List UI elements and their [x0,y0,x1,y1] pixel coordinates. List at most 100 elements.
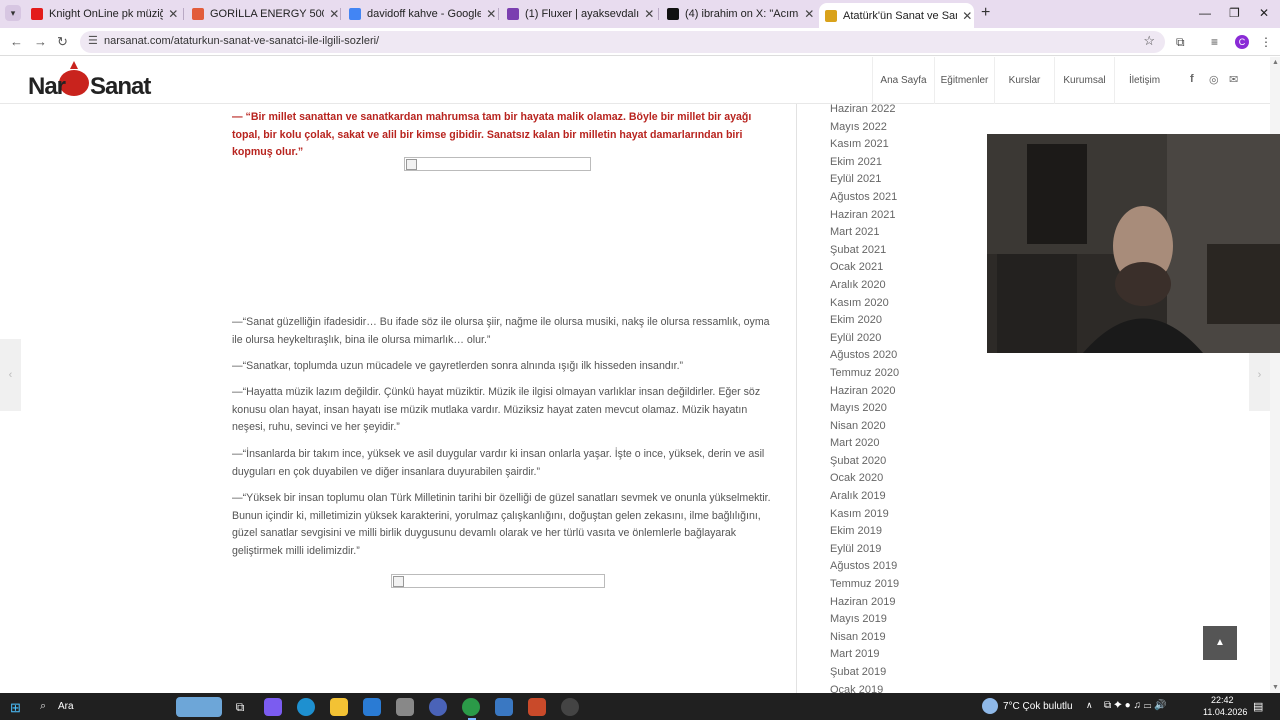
task-view-icon[interactable]: ⧉ [231,698,249,716]
x-icon [667,8,679,20]
game-icon[interactable] [528,698,546,716]
profile-avatar[interactable]: C [1235,35,1249,49]
browser-tab[interactable]: GORİLLA ENERGY 500ml X12 En ✕ [186,3,341,25]
archive-month-link[interactable]: Mart 2021 [830,224,980,242]
archive-month-link[interactable]: Ekim 2019 [830,523,980,541]
bookmark-star-icon[interactable]: ☆ [1143,33,1155,49]
archive-month-link[interactable]: Mayıs 2022 [830,119,980,137]
taskbar-search-label[interactable]: Ara [58,701,74,712]
facebook-icon[interactable]: f [1190,73,1194,85]
weather-cloud-icon[interactable] [982,698,998,714]
notification-icon[interactable]: ▤ [1253,700,1263,713]
archive-month-link[interactable]: Ocak 2021 [830,259,980,277]
menu-kurumsal[interactable]: Kurumsal [1054,57,1114,104]
outlook-icon[interactable] [363,698,381,716]
archive-month-link[interactable]: Ağustos 2019 [830,558,980,576]
store-icon[interactable] [396,698,414,716]
menu-kurslar[interactable]: Kurslar [994,57,1054,104]
scroll-down-icon[interactable]: ▼ [1272,684,1279,691]
tab-search-chevron-icon[interactable]: ▾ [5,5,21,21]
archive-month-link[interactable]: Ocak 2019 [830,682,980,693]
archive-month-link[interactable]: Haziran 2021 [830,207,980,225]
archive-month-link[interactable]: Şubat 2020 [830,453,980,471]
browser-tab[interactable]: (1) Fluxer | ayaksevdalısı, riki ✕ [501,3,656,25]
prev-post-arrow-icon[interactable]: ‹ [0,339,21,411]
instagram-icon[interactable]: ◎ [1209,73,1219,86]
archive-month-link[interactable]: Aralık 2019 [830,488,980,506]
search-icon[interactable]: ⌕ [40,700,46,713]
discord-icon[interactable] [429,698,447,716]
archive-month-link[interactable]: Nisan 2019 [830,629,980,647]
archive-month-link[interactable]: Ağustos 2021 [830,189,980,207]
close-window-icon[interactable]: ✕ [1259,6,1269,20]
app-icon-blue[interactable] [495,698,513,716]
clock-time[interactable]: 22:42 [1211,695,1234,705]
more-menu-icon[interactable]: ⋮ [1260,35,1272,49]
menu-egitmenler[interactable]: Eğitmenler [934,57,994,104]
obs-icon[interactable] [561,698,579,716]
browser-tab[interactable]: Atatürk'ün Sanat ve Sanatçı ile ✕ [819,3,974,28]
archive-month-link[interactable]: Nisan 2020 [830,418,980,436]
archive-month-link[interactable]: Haziran 2022 [830,104,980,119]
archive-month-link[interactable]: Eylül 2019 [830,541,980,559]
copilot-icon[interactable] [264,698,282,716]
archive-month-link[interactable]: Temmuz 2019 [830,576,980,594]
site-info-icon[interactable]: ☰ [88,34,98,47]
archive-month-link[interactable]: Ekim 2020 [830,312,980,330]
archive-month-link[interactable]: Haziran 2019 [830,594,980,612]
quote-paragraph-3: —“Hayatta müzik lazım değildir. Çünkü ha… [232,386,761,434]
tab-close-icon[interactable]: ✕ [803,7,816,21]
address-field[interactable]: ☰ narsanat.com/ataturkun-sanat-ve-sanatc… [80,31,1165,53]
browser-tab-strip: ▾ Knight OnLine pk müziği 2. - Yo✕ GORİLL… [0,0,1280,28]
tab-close-icon[interactable]: ✕ [167,7,180,21]
weather-text[interactable]: 7°C Çok bulutlu [1003,701,1073,712]
clock-date[interactable]: 11.04.2026 [1203,707,1247,717]
browser-tab[interactable]: Knight OnLine pk müziği 2. - Yo ✕ [25,3,180,25]
archive-month-link[interactable]: Ocak 2020 [830,470,980,488]
tab-close-icon[interactable]: ✕ [961,9,974,23]
archive-month-link[interactable]: Mayıs 2020 [830,400,980,418]
archive-month-link[interactable]: Haziran 2020 [830,383,980,401]
tray-icons[interactable]: ⧉ ✦ ● ♫ ▭ 🔊 [1104,700,1167,711]
tab-close-icon[interactable]: ✕ [643,7,656,21]
archive-month-link[interactable]: Şubat 2019 [830,664,980,682]
forward-icon[interactable]: → [34,34,47,49]
menu-iletisim[interactable]: İletişim [1114,57,1174,104]
archive-month-link[interactable]: Mart 2019 [830,646,980,664]
search-highlight-image [176,697,222,717]
reload-icon[interactable]: ↻ [57,34,68,50]
archive-month-link[interactable]: Kasım 2021 [830,136,980,154]
archive-month-link[interactable]: Eylül 2020 [830,330,980,348]
site-logo[interactable]: Nar Sanat [26,57,151,103]
mail-icon[interactable]: ✉ [1229,73,1238,86]
back-icon[interactable]: ← [10,34,23,49]
media-control-icon[interactable]: ≡ [1211,35,1218,49]
quote-paragraph-1: —“Sanat güzelliğin ifadesidir… Bu ifade … [232,316,770,346]
extensions-icon[interactable]: ⧉ [1176,35,1185,50]
minimize-icon[interactable]: — [1199,6,1211,20]
tab-close-icon[interactable]: ✕ [485,7,498,21]
chrome-icon[interactable] [462,698,480,716]
archive-month-link[interactable]: Ağustos 2020 [830,347,980,365]
menu-ana-sayfa[interactable]: Ana Sayfa [872,57,934,104]
archive-month-link[interactable]: Ekim 2021 [830,154,980,172]
tray-chevron-icon[interactable]: ∧ [1086,700,1093,711]
archive-month-link[interactable]: Kasım 2019 [830,506,980,524]
start-windows-icon[interactable]: ⊞ [10,700,21,716]
archive-month-link[interactable]: Temmuz 2020 [830,365,980,383]
archive-month-link[interactable]: Şubat 2021 [830,242,980,260]
scroll-to-top-button[interactable]: ▲ [1203,626,1237,660]
archive-month-link[interactable]: Aralık 2020 [830,277,980,295]
archive-month-link[interactable]: Kasım 2020 [830,295,980,313]
browser-tab[interactable]: davidoff kahve - Google'da Ara ✕ [343,3,498,25]
tab-close-icon[interactable]: ✕ [328,7,341,21]
restore-icon[interactable]: ❐ [1229,6,1240,20]
file-explorer-icon[interactable] [330,698,348,716]
archive-month-link[interactable]: Eylül 2021 [830,171,980,189]
new-tab-plus-icon[interactable]: + [981,4,990,22]
edge-icon[interactable] [297,698,315,716]
archive-month-link[interactable]: Mart 2020 [830,435,980,453]
archive-month-link[interactable]: Mayıs 2019 [830,611,980,629]
scroll-up-icon[interactable]: ▲ [1272,59,1279,66]
browser-tab[interactable]: (4) ibrahim on X: "Acımasızlık sa ✕ [661,3,816,25]
